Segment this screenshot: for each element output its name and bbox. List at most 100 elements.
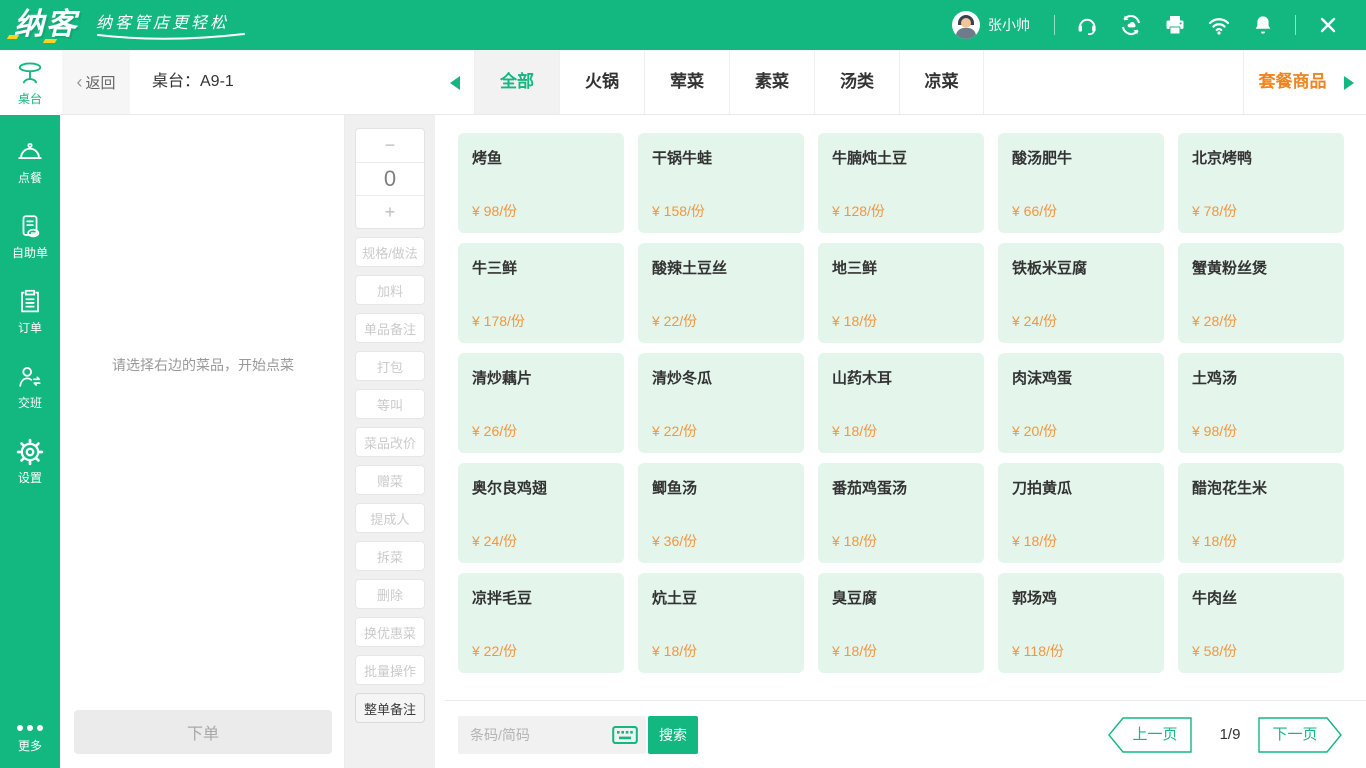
sidebar-item-tables[interactable]: 桌台 [0, 50, 60, 115]
user-avatar[interactable] [952, 11, 980, 39]
dish-price: ¥ 18/份 [1192, 531, 1330, 551]
dish-card[interactable]: 牛腩炖土豆¥ 128/份 [818, 133, 984, 233]
tab-hotpot[interactable]: 火锅 [559, 50, 644, 114]
dish-price: ¥ 178/份 [472, 311, 610, 331]
sidebar-item-label: 自助单 [0, 244, 60, 261]
quantity-stepper: − 0 + [355, 128, 425, 229]
dish-name: 臭豆腐 [832, 587, 970, 608]
dish-card[interactable]: 地三鲜¥ 18/份 [818, 243, 984, 343]
quantity-decrease-button[interactable]: − [356, 129, 424, 162]
sidebar-item-settings[interactable]: 设置 [0, 438, 60, 486]
back-button[interactable]: ‹ 返回 [62, 50, 130, 114]
swap-discount-dish-button[interactable]: 换优惠菜 [355, 617, 425, 647]
batch-operation-button[interactable]: 批量操作 [355, 655, 425, 685]
dish-price: ¥ 22/份 [472, 641, 610, 661]
dish-card[interactable]: 鲫鱼汤¥ 36/份 [638, 463, 804, 563]
quantity-increase-button[interactable]: + [356, 195, 424, 228]
dish-name: 牛肉丝 [1192, 587, 1330, 608]
notification-bell-icon[interactable] [1251, 13, 1275, 37]
dish-name: 刀拍黄瓜 [1012, 477, 1150, 498]
dish-card[interactable]: 牛三鲜 ¥ 178/份 [458, 243, 624, 343]
dish-name: 鲫鱼汤 [652, 477, 790, 498]
dish-price: ¥ 26/份 [472, 421, 610, 441]
dish-card[interactable]: 烤鱼¥ 98/份 [458, 133, 624, 233]
dish-card[interactable]: 土鸡汤¥ 98/份 [1178, 353, 1344, 453]
dish-card[interactable]: 奥尔良鸡翅¥ 24/份 [458, 463, 624, 563]
dish-card[interactable]: 干锅牛蛙¥ 158/份 [638, 133, 804, 233]
tab-all[interactable]: 全部 [474, 50, 559, 114]
split-dish-button[interactable]: 拆菜 [355, 541, 425, 571]
page-indicator: 1/9 [1207, 717, 1253, 753]
wifi-icon[interactable] [1207, 13, 1231, 37]
sidebar-item-order-food[interactable]: 点餐 [0, 138, 60, 186]
dish-name: 醋泡花生米 [1192, 477, 1330, 498]
search-button[interactable]: 搜索 [648, 716, 698, 754]
dish-card[interactable]: 臭豆腐 ¥ 18/份 [818, 573, 984, 673]
tab-soups[interactable]: 汤类 [814, 50, 899, 114]
tab-combo-products[interactable]: 套餐商品 [1243, 50, 1341, 114]
divider [1054, 15, 1055, 35]
bottom-bar: 搜索 上一页 1/9 下一页 [435, 701, 1366, 768]
sidebar-item-shift-change[interactable]: 交班 [0, 363, 60, 411]
sidebar-item-more[interactable]: 更多 [0, 725, 60, 754]
dish-card[interactable]: 醋泡花生米 ¥ 18/份 [1178, 463, 1344, 563]
dish-price: ¥ 18/份 [1012, 531, 1150, 551]
tab-vegetable-dishes[interactable]: 素菜 [729, 50, 814, 114]
keyboard-icon[interactable] [612, 724, 638, 746]
dish-card[interactable]: 清炒藕片¥ 26/份 [458, 353, 624, 453]
dish-card[interactable]: 蟹黄粉丝煲¥ 28/份 [1178, 243, 1344, 343]
slogan-underline [96, 33, 246, 41]
takeout-button[interactable]: 打包 [355, 351, 425, 381]
prev-page-button[interactable]: 上一页 [1108, 717, 1192, 753]
logo-accent [43, 39, 57, 43]
dish-name: 牛三鲜 [472, 257, 610, 278]
item-note-button[interactable]: 单品备注 [355, 313, 425, 343]
dish-name: 郭场鸡 [1012, 587, 1150, 608]
dish-card[interactable]: 炕土豆¥ 18/份 [638, 573, 804, 673]
dish-price: ¥ 18/份 [832, 641, 970, 661]
user-name: 张小帅 [988, 15, 1030, 35]
dish-card[interactable]: 酸汤肥牛¥ 66/份 [998, 133, 1164, 233]
dish-price: ¥ 158/份 [652, 201, 790, 221]
close-icon[interactable] [1316, 13, 1340, 37]
dish-card[interactable]: 凉拌毛豆¥ 22/份 [458, 573, 624, 673]
dish-price: ¥ 22/份 [652, 421, 790, 441]
change-price-button[interactable]: 菜品改价 [355, 427, 425, 457]
place-order-button[interactable]: 下单 [74, 710, 332, 754]
spec-method-button[interactable]: 规格/做法 [355, 237, 425, 267]
dish-card[interactable]: 郭场鸡¥ 118/份 [998, 573, 1164, 673]
topbar: 纳客 纳客管店更轻松 张小帅 [0, 0, 1366, 50]
category-next-icon[interactable] [1344, 76, 1354, 90]
dish-card[interactable]: 酸辣土豆丝¥ 22/份 [638, 243, 804, 343]
commission-person-button[interactable]: 提成人 [355, 503, 425, 533]
dish-card[interactable]: 北京烤鸭¥ 78/份 [1178, 133, 1344, 233]
tab-meat-dishes[interactable]: 荤菜 [644, 50, 729, 114]
dish-card[interactable]: 番茄鸡蛋汤¥ 18/份 [818, 463, 984, 563]
divider [1295, 15, 1296, 35]
sidebar-item-label: 更多 [0, 737, 60, 754]
category-prev-icon[interactable] [450, 76, 460, 90]
sidebar-item-self-service[interactable]: 自助单 [0, 213, 60, 261]
wait-call-button[interactable]: 等叫 [355, 389, 425, 419]
sidebar-item-label: 交班 [0, 394, 60, 411]
dish-card[interactable]: 刀拍黄瓜 ¥ 18/份 [998, 463, 1164, 563]
dish-card[interactable]: 铁板米豆腐¥ 24/份 [998, 243, 1164, 343]
customer-service-icon[interactable] [1075, 13, 1099, 37]
delete-button[interactable]: 删除 [355, 579, 425, 609]
printer-icon[interactable] [1163, 13, 1187, 37]
cloud-sync-icon[interactable] [1119, 13, 1143, 37]
order-panel: 请选择右边的菜品，开始点菜 下单 [62, 115, 345, 768]
dish-card[interactable]: 山药木耳¥ 18/份 [818, 353, 984, 453]
next-page-button[interactable]: 下一页 [1258, 717, 1342, 753]
gift-dish-button[interactable]: 赠菜 [355, 465, 425, 495]
dish-name: 铁板米豆腐 [1012, 257, 1150, 278]
dish-card[interactable]: 清炒冬瓜¥ 22/份 [638, 353, 804, 453]
tab-cold-dishes[interactable]: 凉菜 [899, 50, 984, 114]
add-ingredient-button[interactable]: 加料 [355, 275, 425, 305]
dish-price: ¥ 20/份 [1012, 421, 1150, 441]
sidebar-item-orders[interactable]: 订单 [0, 288, 60, 336]
whole-order-note-button[interactable]: 整单备注 [355, 693, 425, 723]
dish-card[interactable]: 牛肉丝¥ 58/份 [1178, 573, 1344, 673]
dish-card[interactable]: 肉沫鸡蛋¥ 20/份 [998, 353, 1164, 453]
more-dots-icon [0, 725, 60, 731]
